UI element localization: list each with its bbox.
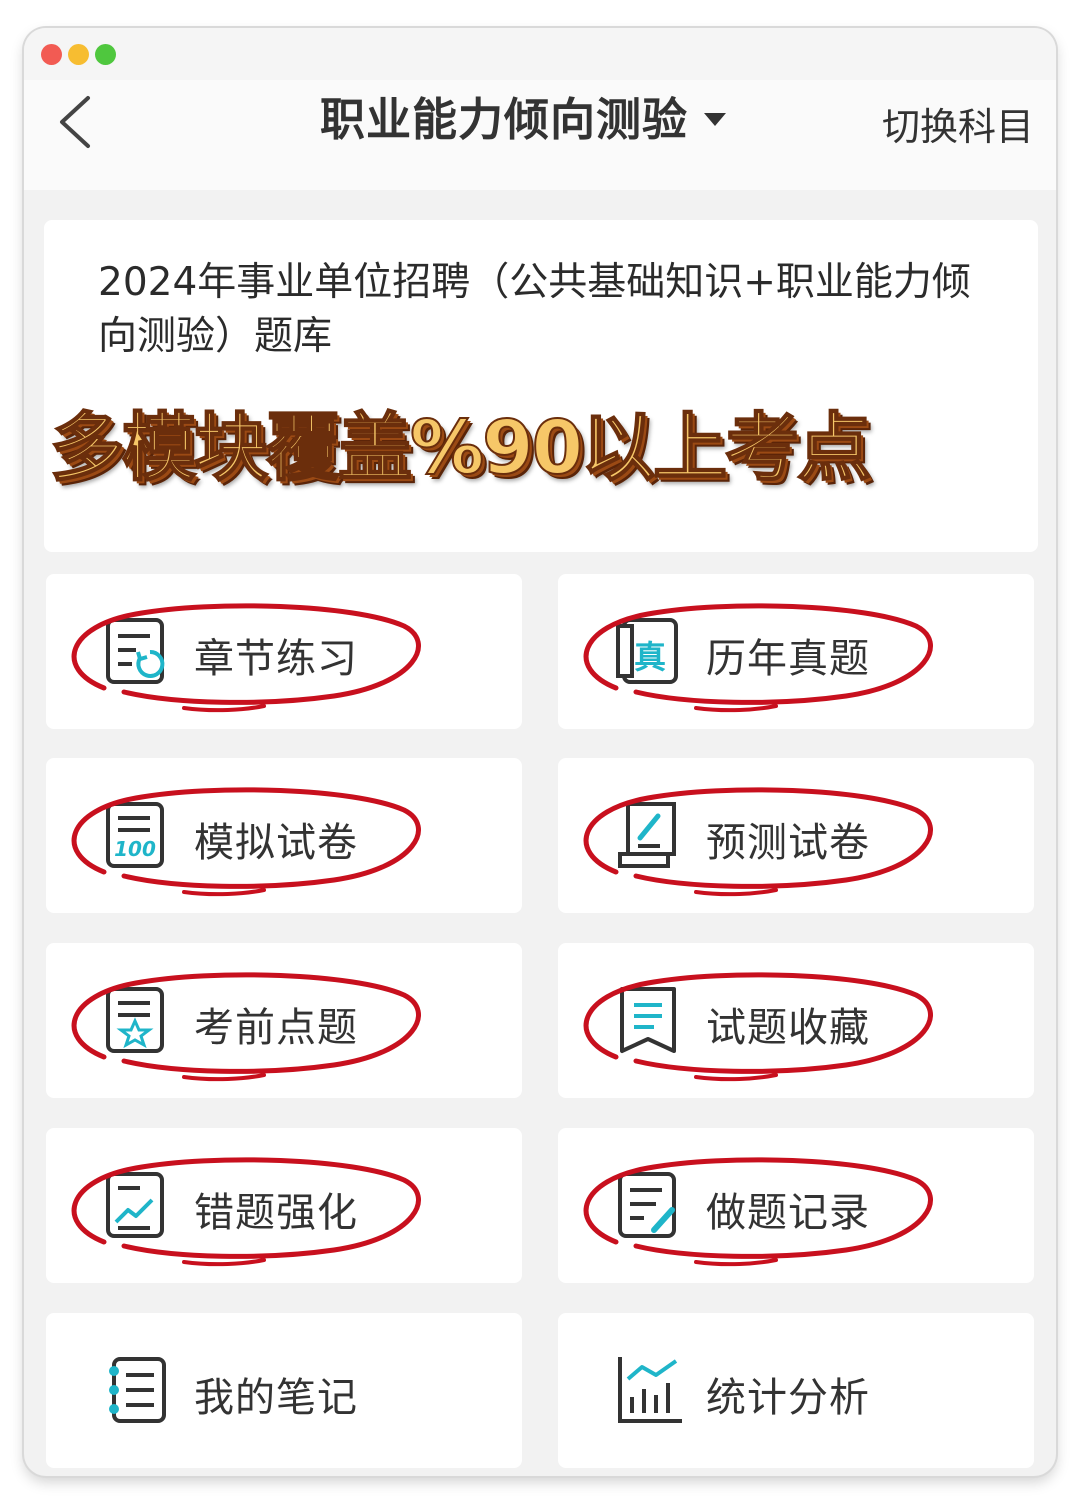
- menu-card-chapter-practice[interactable]: 章节练习: [46, 574, 522, 729]
- menu-card-label: 预测试卷: [706, 820, 870, 866]
- practice-record-icon: [618, 1172, 676, 1238]
- menu-card-mock-exam[interactable]: 100 模拟试卷: [46, 758, 522, 913]
- wrong-questions-icon: [106, 1172, 164, 1238]
- menu-card-label: 统计分析: [706, 1375, 870, 1421]
- page-title: 职业能力倾向测验: [320, 93, 689, 146]
- window-titlebar: [24, 28, 1056, 80]
- past-exams-icon: 真: [616, 618, 678, 684]
- menu-card-wrong-questions[interactable]: 错题强化: [46, 1128, 522, 1283]
- menu-card-practice-record[interactable]: 做题记录: [558, 1128, 1034, 1283]
- menu-card-label: 错题强化: [194, 1190, 358, 1236]
- menu-card-label: 历年真题: [706, 636, 870, 682]
- menu-card-past-exams[interactable]: 真 历年真题: [558, 574, 1034, 729]
- menu-card-label: 试题收藏: [706, 1005, 870, 1051]
- menu-card-label: 考前点题: [194, 1005, 358, 1051]
- svg-text:100: 100: [114, 837, 156, 861]
- switch-subject-link[interactable]: 切换科目: [882, 96, 1034, 151]
- svg-text:真: 真: [634, 638, 666, 676]
- question-bank-banner: 2024年事业单位招聘（公共基础知识+职业能力倾向测验）题库 多模块覆盖%90以…: [44, 220, 1038, 552]
- subject-selector[interactable]: 职业能力倾向测验: [320, 90, 727, 150]
- menu-card-label: 章节练习: [194, 636, 358, 682]
- menu-card-label: 做题记录: [706, 1190, 870, 1236]
- maximize-window-button[interactable]: [95, 44, 116, 65]
- pre-exam-tips-icon: [106, 987, 164, 1053]
- question-bank-title: 2024年事业单位招聘（公共基础知识+职业能力倾向测验）题库: [98, 260, 971, 359]
- favorites-icon: [620, 987, 676, 1053]
- menu-card-prediction-exam[interactable]: 预测试卷: [558, 758, 1034, 913]
- menu-card-label: 我的笔记: [194, 1375, 358, 1421]
- mock-exam-icon: 100: [106, 802, 164, 868]
- close-window-button[interactable]: [41, 44, 62, 65]
- back-arrow-icon[interactable]: [54, 94, 100, 150]
- notes-icon: [109, 1357, 166, 1423]
- menu-card-label: 模拟试卷: [194, 820, 358, 866]
- menu-card-pre-exam-tips[interactable]: 考前点题: [46, 943, 522, 1098]
- prediction-exam-icon: [618, 802, 676, 868]
- menu-card-statistics[interactable]: 统计分析: [558, 1313, 1034, 1468]
- menu-card-favorites[interactable]: 试题收藏: [558, 943, 1034, 1098]
- promo-headline: 多模块覆盖%90以上考点: [49, 404, 872, 492]
- chapter-practice-icon: [106, 618, 165, 684]
- minimize-window-button[interactable]: [68, 44, 89, 65]
- app-window: 职业能力倾向测验 切换科目 2024年事业单位招聘（公共基础知识+职业能力倾向测…: [24, 28, 1056, 1476]
- dropdown-caret-icon: [704, 112, 727, 126]
- nav-bar: 职业能力倾向测验 切换科目: [24, 80, 1056, 190]
- statistics-icon: [618, 1357, 682, 1423]
- menu-card-notes[interactable]: 我的笔记: [46, 1313, 522, 1468]
